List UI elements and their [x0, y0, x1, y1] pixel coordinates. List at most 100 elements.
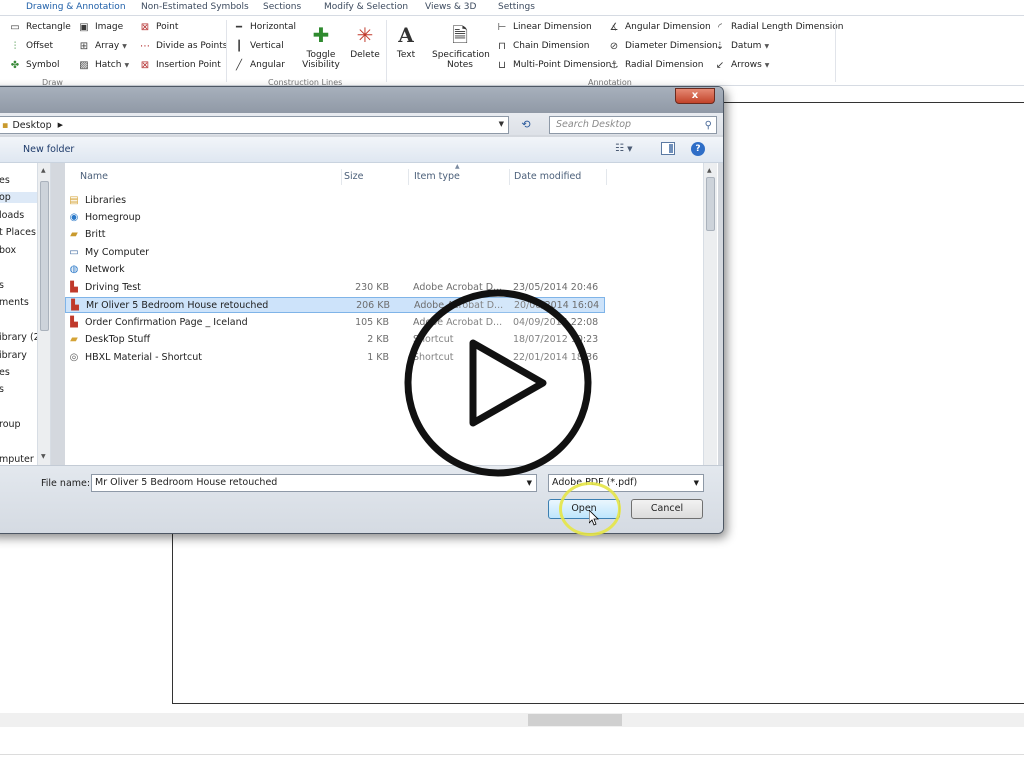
list-item-homegroup[interactable]: ◉ Homegroup: [65, 210, 605, 226]
search-input[interactable]: Search Desktop ⚲: [549, 116, 717, 134]
offset-icon: ⫶: [13, 40, 17, 52]
linear-dimension-tool[interactable]: ⊢ Linear Dimension: [496, 20, 592, 34]
specification-notes-button[interactable]: 🗎 Specification Notes: [432, 22, 490, 70]
tab-settings[interactable]: Settings: [498, 2, 535, 12]
ribbon-divider: [226, 20, 227, 82]
tab-sections[interactable]: Sections: [263, 2, 301, 12]
breadcrumb-desktop[interactable]: Desktop: [12, 120, 51, 131]
radial-length-dimension-tool[interactable]: ◜ Radial Length Dimension: [714, 20, 843, 34]
user-folder-icon: ▰: [70, 229, 78, 240]
hatch-icon: ▨: [79, 59, 89, 71]
open-file-dialog: x ▪ Desktop ▶ ▼ ⟲ Search Desktop ⚲ New f…: [0, 86, 724, 534]
computer-icon: ▭: [69, 247, 79, 258]
list-item-britt[interactable]: ▰ Britt: [65, 227, 605, 243]
scrollbar-thumb[interactable]: [528, 714, 622, 726]
column-header-size[interactable]: Size: [344, 171, 364, 182]
multi-point-dimension-tool[interactable]: ⊔ Multi-Point Dimension: [496, 58, 611, 72]
nav-item-library[interactable]: ibrary: [0, 350, 27, 361]
chevron-down-icon: ▼: [764, 42, 770, 50]
nav-item-documents[interactable]: ments: [0, 297, 29, 308]
nav-scrollbar[interactable]: ▲ ▼: [37, 163, 50, 465]
delete-icon: ✳: [356, 23, 374, 47]
refresh-button[interactable]: ⟲: [517, 117, 535, 133]
tab-modify-selection[interactable]: Modify & Selection: [324, 2, 408, 12]
annotation-group-label: Annotation: [588, 78, 632, 86]
horizontal-scrollbar[interactable]: [0, 713, 1024, 727]
divide-as-points-tool[interactable]: ⋯ Divide as Points: [139, 39, 227, 53]
refresh-icon: ⟲: [521, 118, 531, 131]
address-bar[interactable]: ▪ Desktop ▶ ▼: [0, 116, 509, 134]
diameter-dimension-tool[interactable]: ⊘ Diameter Dimension: [608, 39, 718, 53]
radial-dimension-tool[interactable]: ⚓ Radial Dimension: [608, 58, 704, 72]
nav-item[interactable]: s: [0, 384, 4, 395]
dialog-titlebar[interactable]: x: [0, 87, 723, 113]
angular-tool[interactable]: ╱ Angular: [233, 58, 285, 72]
text-button[interactable]: A Text: [378, 22, 434, 60]
angular-dimension-tool[interactable]: ∡ Angular Dimension: [608, 20, 711, 34]
point-icon: ⊠: [140, 21, 150, 33]
nav-item-dropbox[interactable]: box: [0, 245, 16, 256]
insertion-point-tool[interactable]: ⊠ Insertion Point: [139, 58, 221, 72]
horizontal-tool[interactable]: ━ Horizontal: [233, 20, 296, 34]
chevron-down-icon[interactable]: ▼: [694, 475, 699, 491]
preview-pane-icon[interactable]: [661, 142, 675, 155]
arrow-icon: ↙: [715, 59, 725, 71]
nav-item-downloads[interactable]: loads: [0, 210, 24, 221]
change-view-button[interactable]: ☷ ▼: [615, 143, 633, 154]
tab-non-estimated-symbols[interactable]: Non-Estimated Symbols: [141, 2, 249, 12]
vertical-tool[interactable]: ┃ Vertical: [233, 39, 284, 53]
array-tool[interactable]: ⊞ Array ▼: [78, 39, 127, 53]
linear-dimension-icon: ⊢: [497, 21, 507, 33]
offset-tool[interactable]: ⫶ Offset: [9, 39, 53, 53]
mouse-cursor-icon: [589, 510, 599, 526]
cancel-button[interactable]: Cancel: [631, 499, 703, 519]
new-folder-button[interactable]: New folder: [23, 144, 74, 155]
libraries-icon: ▤: [69, 195, 79, 206]
help-icon[interactable]: ?: [691, 142, 705, 156]
column-divider[interactable]: [509, 169, 510, 185]
nav-item-recent-places[interactable]: t Places: [0, 227, 36, 238]
image-tool[interactable]: ▣ Image: [78, 20, 123, 34]
column-header-name[interactable]: Name: [80, 171, 108, 182]
point-tool[interactable]: ⊠ Point: [139, 20, 179, 34]
ribbon-tab-bar: Drawing & Annotation Non-Estimated Symbo…: [0, 0, 1024, 16]
chain-dimension-tool[interactable]: ⊓ Chain Dimension: [496, 39, 589, 53]
nav-item[interactable]: s: [0, 280, 4, 291]
nav-item-desktop[interactable]: op: [0, 192, 37, 203]
rectangle-icon: ▭: [10, 21, 20, 33]
symbol-tool[interactable]: ✤ Symbol: [9, 58, 60, 72]
horizontal-line-icon: ━: [235, 21, 243, 33]
list-item-my-computer[interactable]: ▭ My Computer: [65, 245, 605, 261]
chevron-down-icon[interactable]: ▼: [499, 120, 504, 128]
list-item-network[interactable]: ◍ Network: [65, 262, 605, 278]
column-divider[interactable]: [341, 169, 342, 185]
datum-tool[interactable]: ⇣ Datum ▼: [714, 39, 769, 53]
column-divider[interactable]: [606, 169, 607, 185]
status-bar-divider: [0, 754, 1024, 755]
search-icon[interactable]: ⚲: [705, 118, 712, 134]
scrollbar-thumb[interactable]: [706, 177, 715, 231]
tab-drawing-annotation[interactable]: Drawing & Annotation: [26, 2, 126, 12]
file-list-scrollbar[interactable]: ▲: [703, 163, 717, 465]
hatch-tool[interactable]: ▨ Hatch ▼: [78, 58, 129, 72]
chain-dimension-icon: ⊓: [498, 40, 506, 52]
sort-ascending-icon: ▲: [455, 163, 460, 170]
rectangle-tool[interactable]: ▭ Rectangle: [9, 20, 71, 34]
close-button[interactable]: x: [675, 88, 715, 104]
nav-item[interactable]: es: [0, 367, 10, 378]
column-header-date-modified[interactable]: Date modified: [514, 171, 581, 182]
nav-item-computer[interactable]: mputer: [0, 454, 34, 465]
scroll-down-icon[interactable]: ▼: [41, 453, 46, 460]
scrollbar-thumb[interactable]: [40, 181, 49, 331]
scroll-up-icon[interactable]: ▲: [41, 167, 46, 174]
scroll-up-icon[interactable]: ▲: [707, 167, 712, 174]
tab-views-3d[interactable]: Views & 3D: [425, 2, 476, 12]
column-divider[interactable]: [408, 169, 409, 185]
address-row: ▪ Desktop ▶ ▼ ⟲ Search Desktop ⚲: [0, 113, 723, 135]
video-play-overlay[interactable]: [403, 288, 593, 478]
list-item-libraries[interactable]: ▤ Libraries: [65, 193, 605, 209]
column-header-item-type[interactable]: Item type: [414, 171, 460, 182]
arrows-tool[interactable]: ↙ Arrows ▼: [714, 58, 770, 72]
nav-item[interactable]: es: [0, 175, 10, 186]
nav-item-homegroup[interactable]: roup: [0, 419, 21, 430]
